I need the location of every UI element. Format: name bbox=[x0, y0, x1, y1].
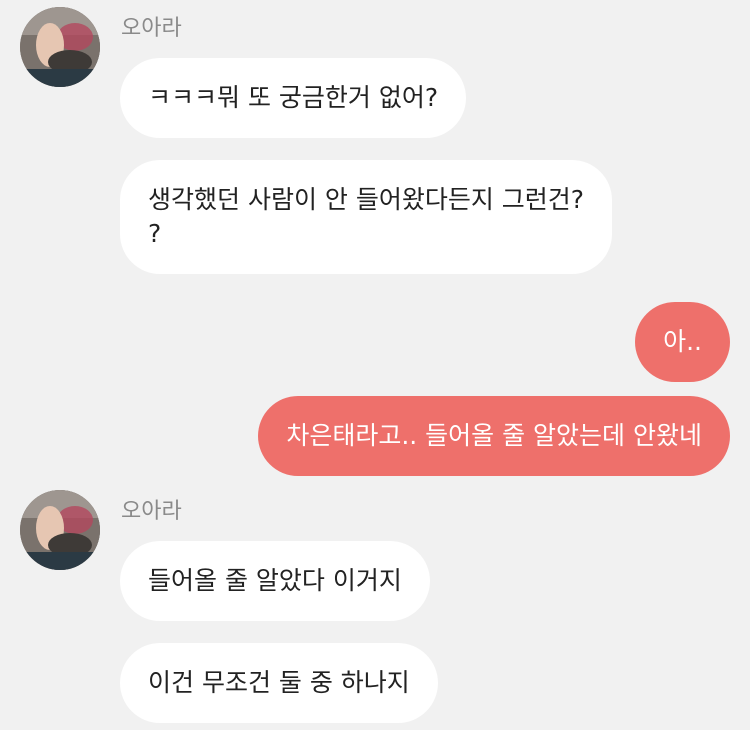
sender-name: 오아라 bbox=[121, 16, 182, 41]
incoming-message[interactable]: ㅋㅋㅋ뭐 또 궁금한거 없어? bbox=[120, 58, 467, 138]
sender-avatar[interactable] bbox=[20, 7, 100, 87]
incoming-message[interactable]: 이건 무조건 둘 중 하나지 bbox=[120, 643, 438, 723]
incoming-message[interactable]: 생각했던 사람이 안 들어왔다든지 그런건? ? bbox=[120, 160, 613, 274]
avatar-photo-icon bbox=[20, 490, 100, 570]
incoming-message[interactable]: 들어올 줄 알았다 이거지 bbox=[120, 541, 430, 621]
avatar-photo-icon bbox=[20, 7, 100, 87]
outgoing-message[interactable]: 차은태라고.. 들어올 줄 알았는데 안왔네 bbox=[258, 396, 730, 476]
outgoing-message[interactable]: 아.. bbox=[635, 302, 730, 382]
sender-name: 오아라 bbox=[121, 499, 182, 524]
sender-avatar[interactable] bbox=[20, 490, 100, 570]
